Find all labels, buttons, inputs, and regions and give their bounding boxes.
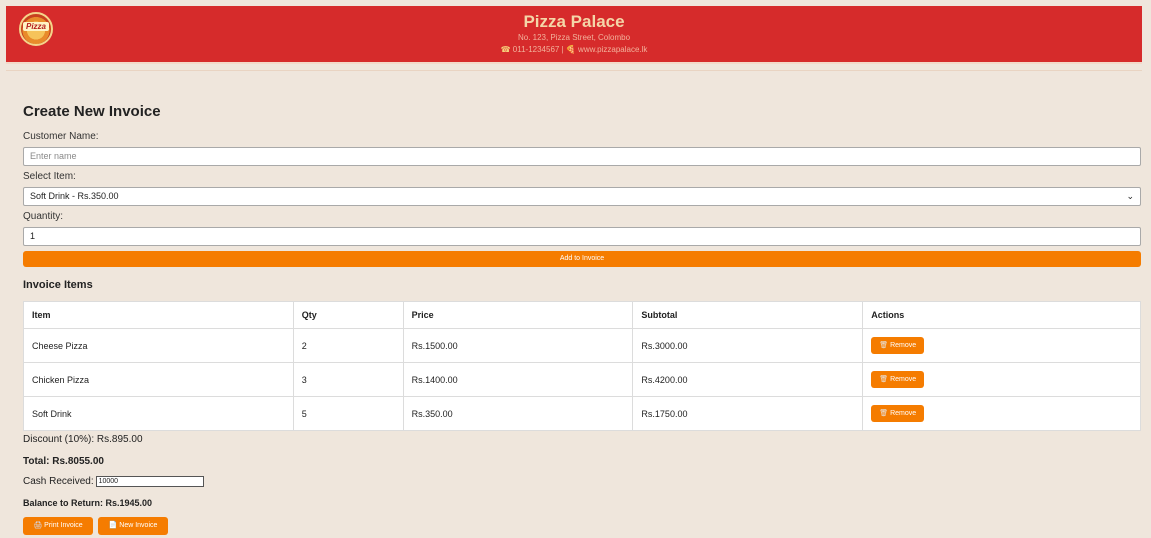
remove-label: Remove <box>890 410 917 417</box>
item-select[interactable]: Soft Drink - Rs.350.00 ⌄ <box>23 187 1141 206</box>
table-row: Soft Drink 5 Rs.350.00 Rs.1750.00 🗑 Remo… <box>23 396 1141 431</box>
contact-text: 011-1234567 | 🍕 www.pizzapalace.lk <box>512 45 648 54</box>
print-invoice-button[interactable]: 🖨 Print Invoice <box>23 517 93 535</box>
remove-label: Remove <box>890 376 917 383</box>
remove-button[interactable]: 🗑 Remove <box>871 405 925 422</box>
column-header-price: Price <box>402 301 634 329</box>
page-title: Create New Invoice <box>23 103 161 120</box>
quantity-input[interactable]: 1 <box>23 227 1141 246</box>
column-header-subtotal: Subtotal <box>632 301 864 329</box>
restaurant-address: No. 123, Pizza Street, Colombo <box>517 33 631 42</box>
restaurant-contact: ☎ 011-1234567 | 🍕 www.pizzapalace.lk <box>6 44 1142 56</box>
remove-label: Remove <box>890 342 917 349</box>
qty-cell: 5 <box>292 396 404 431</box>
phone-icon: ☎ <box>500 45 511 54</box>
qty-cell: 3 <box>292 362 404 397</box>
printer-icon: 🖨 <box>33 522 43 529</box>
invoice-items-table: Item Qty Price Subtotal Actions Cheese P… <box>23 301 1141 431</box>
qty-cell: 2 <box>292 328 404 363</box>
invoice-items-title: Invoice Items <box>23 279 93 291</box>
cash-received-input[interactable]: 10000 <box>95 476 204 487</box>
item-cell: Cheese Pizza <box>23 328 294 363</box>
select-item-label: Select Item: <box>23 171 76 182</box>
subtotal-cell: Rs.1750.00 <box>632 396 864 431</box>
price-cell: Rs.1500.00 <box>402 328 634 363</box>
trash-icon: 🗑 <box>879 376 889 383</box>
chevron-down-icon: ⌄ <box>1126 191 1134 201</box>
customer-name-input[interactable]: Enter name <box>23 147 1141 166</box>
customer-name-label: Customer Name: <box>23 131 99 142</box>
column-header-actions: Actions <box>862 301 1141 329</box>
document-icon: 📄 <box>108 522 118 529</box>
discount-text: Discount (10%): Rs.895.00 <box>23 434 143 445</box>
table-header-row: Item Qty Price Subtotal Actions <box>23 301 1141 329</box>
subtotal-cell: Rs.3000.00 <box>632 328 864 363</box>
total-text: Total: Rs.8055.00 <box>23 456 104 467</box>
trash-icon: 🗑 <box>879 342 889 349</box>
header-divider <box>6 70 1142 71</box>
new-invoice-label: New Invoice <box>119 522 158 529</box>
quantity-label: Quantity: <box>23 211 64 222</box>
column-header-item: Item <box>23 301 294 329</box>
restaurant-name: Pizza Palace <box>523 12 625 31</box>
subtotal-cell: Rs.4200.00 <box>632 362 864 397</box>
actions-cell: 🗑 Remove <box>862 328 1141 363</box>
brand-block: Pizza Palace No. 123, Pizza Street, Colo… <box>6 12 1142 56</box>
table-row: Chicken Pizza 3 Rs.1400.00 Rs.4200.00 🗑 … <box>23 362 1141 397</box>
remove-button[interactable]: 🗑 Remove <box>871 371 925 388</box>
app-header: Pizza Pizza Palace No. 123, Pizza Street… <box>6 6 1142 64</box>
actions-cell: 🗑 Remove <box>862 362 1141 397</box>
column-header-qty: Qty <box>292 301 404 329</box>
cash-received-row: Cash Received: 10000 <box>23 476 204 487</box>
print-invoice-label: Print Invoice <box>44 522 83 529</box>
item-select-value: Soft Drink - Rs.350.00 <box>30 191 119 201</box>
item-cell: Soft Drink <box>23 396 294 431</box>
new-invoice-button[interactable]: 📄 New Invoice <box>98 517 168 535</box>
add-to-invoice-button[interactable]: Add to Invoice <box>23 251 1141 267</box>
remove-button[interactable]: 🗑 Remove <box>871 337 925 354</box>
actions-cell: 🗑 Remove <box>862 396 1141 431</box>
trash-icon: 🗑 <box>879 410 889 417</box>
cash-received-label: Cash Received: <box>23 476 94 488</box>
price-cell: Rs.1400.00 <box>402 362 634 397</box>
balance-text: Balance to Return: Rs.1945.00 <box>23 498 153 508</box>
table-row: Cheese Pizza 2 Rs.1500.00 Rs.3000.00 🗑 R… <box>23 328 1141 363</box>
price-cell: Rs.350.00 <box>402 396 634 431</box>
item-cell: Chicken Pizza <box>23 362 294 397</box>
